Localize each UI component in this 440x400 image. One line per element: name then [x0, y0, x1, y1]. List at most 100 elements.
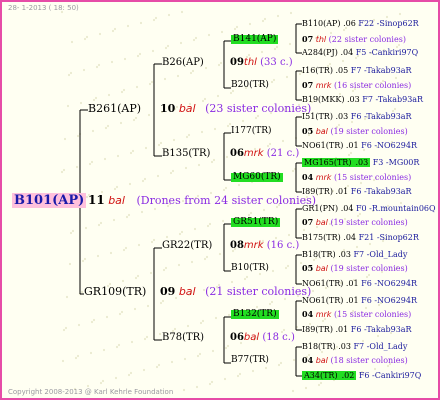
gen3-5-year: 07 — [302, 217, 314, 227]
gen3-6-year: 05 — [302, 263, 314, 273]
gen1-top-line: bal — [178, 102, 196, 115]
gen2-3-sisters: (16 c.) — [266, 240, 300, 251]
gen1-top-year: 10 — [160, 102, 176, 115]
gen4-5-id: I51(TR) — [302, 112, 333, 121]
gen4-16-id: A34(TR) — [302, 371, 340, 380]
gen3-4-line: mrk — [315, 173, 332, 182]
gen1-bottom-year: 09 — [160, 285, 176, 298]
gen4-3[interactable]: I16(TR) .05 F7 -Takab93aR — [302, 67, 412, 75]
gen2-1-id[interactable]: B26(AP) — [162, 58, 204, 68]
gen3-1-id[interactable]: B141(AP) — [231, 35, 279, 44]
gen3-3-line: bal — [315, 127, 328, 136]
gen4-1[interactable]: B110(AP) .06 F22 -Sinop62R — [302, 20, 419, 28]
gen2-2-sisters: (21 c.) — [266, 148, 300, 159]
gen3-5-info: 07 bal (19 sister colonies) — [302, 218, 408, 227]
gen3-7-sisters: (15 sister colonies) — [333, 310, 412, 319]
gen4-13-id: NO61(TR) — [302, 296, 344, 305]
gen4-12-year: .01 — [345, 279, 359, 288]
gen3-2-sisters: (16 sister colonies) — [333, 81, 412, 90]
gen4-14-origin: F6 -Takab93aR — [350, 325, 412, 334]
gen3-7-id[interactable]: B132(TR) — [231, 310, 279, 319]
gen3-1-info: 07 thl (22 sister colonies) — [302, 35, 406, 44]
gen4-12[interactable]: NO61(TR) .01 F6 -NO6294R — [302, 280, 417, 288]
gen4-4-year: .03 — [347, 95, 360, 104]
gen2-2-id[interactable]: B135(TR) — [162, 149, 210, 159]
gen3-6-info: 05 bal (19 sister colonies) — [302, 264, 408, 273]
gen2-3-line: mrk — [243, 240, 264, 251]
gen4-11[interactable]: B18(TR) .03 F7 -Old_Lady — [302, 251, 407, 259]
gen3-2-year: 07 — [302, 80, 314, 90]
gen4-10-id: B175(TR) — [302, 233, 341, 242]
gen4-15[interactable]: B18(TR) .03 F7 -Old_Lady — [302, 343, 407, 351]
gen4-4[interactable]: B19(MKK) .03 F7 -Takab93aR — [302, 96, 423, 104]
gen2-3-id[interactable]: GR22(TR) — [162, 241, 212, 251]
gen3-8-id[interactable]: B77(TR) — [231, 356, 269, 365]
gen1-bottom-info: 09 bal (21 sister colonies) — [160, 286, 311, 297]
gen4-1-id: B110(AP) — [302, 19, 341, 28]
gen2-4-info: 06bal (18 c.) — [230, 333, 295, 343]
gen4-6-id: NO61(TR) — [302, 141, 344, 150]
gen1-top-id[interactable]: B261(AP) — [88, 103, 141, 114]
gen4-12-origin: F6 -NO6294R — [361, 279, 417, 288]
gen2-4-sisters: (18 c.) — [262, 332, 295, 343]
gen2-4-id[interactable]: B78(TR) — [162, 333, 204, 343]
gen4-15-origin: F7 -Old_Lady — [353, 342, 408, 351]
gen4-7-origin: F3 -MG00R — [372, 158, 420, 167]
gen3-2-id[interactable]: B20(TR) — [231, 81, 269, 90]
gen3-8-info: 04 bal (18 sister colonies) — [302, 356, 408, 365]
gen4-2[interactable]: A284(PJ) .04 F5 -Cankiri97Q — [302, 49, 418, 57]
gen3-4-sisters: (15 sister colonies) — [333, 173, 412, 182]
gen4-11-origin: F7 -Old_Lady — [353, 250, 408, 259]
gen2-3-year: 08 — [230, 240, 244, 251]
gen4-2-id: A284(PJ) — [302, 48, 338, 57]
gen4-5-year: .03 — [335, 112, 349, 121]
gen3-8-line: bal — [315, 356, 328, 365]
gen1-bottom-id[interactable]: GR109(TR) — [84, 286, 146, 297]
gen2-1-line: thl — [243, 57, 257, 68]
gen3-4-id[interactable]: MG60(TR) — [231, 173, 283, 182]
gen4-6-origin: F6 -NO6294R — [361, 141, 417, 150]
gen4-5-origin: F6 -Takab93aR — [350, 112, 412, 121]
copyright-footer: Copyright 2008-2013 @ Karl Kehrle Founda… — [8, 388, 174, 396]
gen4-3-id: I16(TR) — [302, 66, 333, 75]
gen4-13[interactable]: NO61(TR) .01 F6 -NO6294R — [302, 297, 417, 305]
gen4-14-year: .01 — [335, 325, 349, 334]
gen4-4-id: B19(MKK) — [302, 95, 345, 104]
gen3-5-line: bal — [315, 218, 328, 227]
root-queen-id[interactable]: B101(AP) — [12, 193, 87, 208]
report-date: 28- 1-2013 ( 18: 50) — [8, 4, 79, 12]
gen3-5-id[interactable]: GR51(TR) — [231, 218, 281, 227]
gen4-8-id: I89(TR) — [302, 187, 333, 196]
gen4-5[interactable]: I51(TR) .03 F6 -Takab93aR — [302, 113, 412, 121]
gen4-8-year: .01 — [335, 187, 349, 196]
gen4-2-year: .04 — [340, 48, 354, 57]
gen4-9[interactable]: GR1(PN) .04 F0 -R.mountain06Q — [302, 205, 436, 213]
gen3-6-id[interactable]: B10(TR) — [231, 264, 269, 273]
gen4-3-year: .05 — [335, 66, 349, 75]
gen2-2-year: 06 — [230, 148, 244, 159]
gen4-7[interactable]: MG165(TR) .03 F3 -MG00R — [302, 158, 420, 167]
gen1-bottom-sisters: (21 sister colonies) — [205, 285, 312, 298]
gen3-1-line: thl — [315, 35, 327, 44]
gen3-6-line: bal — [315, 264, 328, 273]
gen1-top-info: 10 bal (23 sister colonies) — [160, 103, 311, 114]
gen4-3-origin: F7 -Takab93aR — [350, 66, 412, 75]
gen4-16[interactable]: A34(TR) .02 F6 -Cankiri97Q — [302, 371, 421, 380]
gen3-7-line: mrk — [315, 310, 332, 319]
root-line: bal — [108, 194, 125, 207]
gen4-16-year: .02 — [339, 371, 357, 380]
pedigree-diagram: { "header": { "date": "28- 1-2013 ( 18: … — [0, 0, 440, 400]
gen3-5-sisters: (19 sister colonies) — [330, 218, 408, 227]
gen4-7-year: .03 — [353, 158, 371, 167]
root-drones-note: (Drones from 24 sister colonies) — [136, 194, 317, 207]
gen4-6[interactable]: NO61(TR) .01 F6 -NO6294R — [302, 142, 417, 150]
gen4-8[interactable]: I89(TR) .01 F6 -Takab93aR — [302, 188, 412, 196]
gen3-3-id[interactable]: I177(TR) — [231, 127, 272, 136]
gen4-11-year: .03 — [338, 250, 351, 259]
gen4-9-id: GR1(PN) — [302, 204, 339, 213]
gen4-10[interactable]: B175(TR) .04 F21 -Sinop62R — [302, 234, 419, 242]
gen4-13-year: .01 — [345, 296, 359, 305]
gen3-4-year: 04 — [302, 172, 314, 182]
gen4-15-id: B18(TR) — [302, 342, 336, 351]
gen4-14[interactable]: I89(TR) .01 F6 -Takab93aR — [302, 326, 412, 334]
